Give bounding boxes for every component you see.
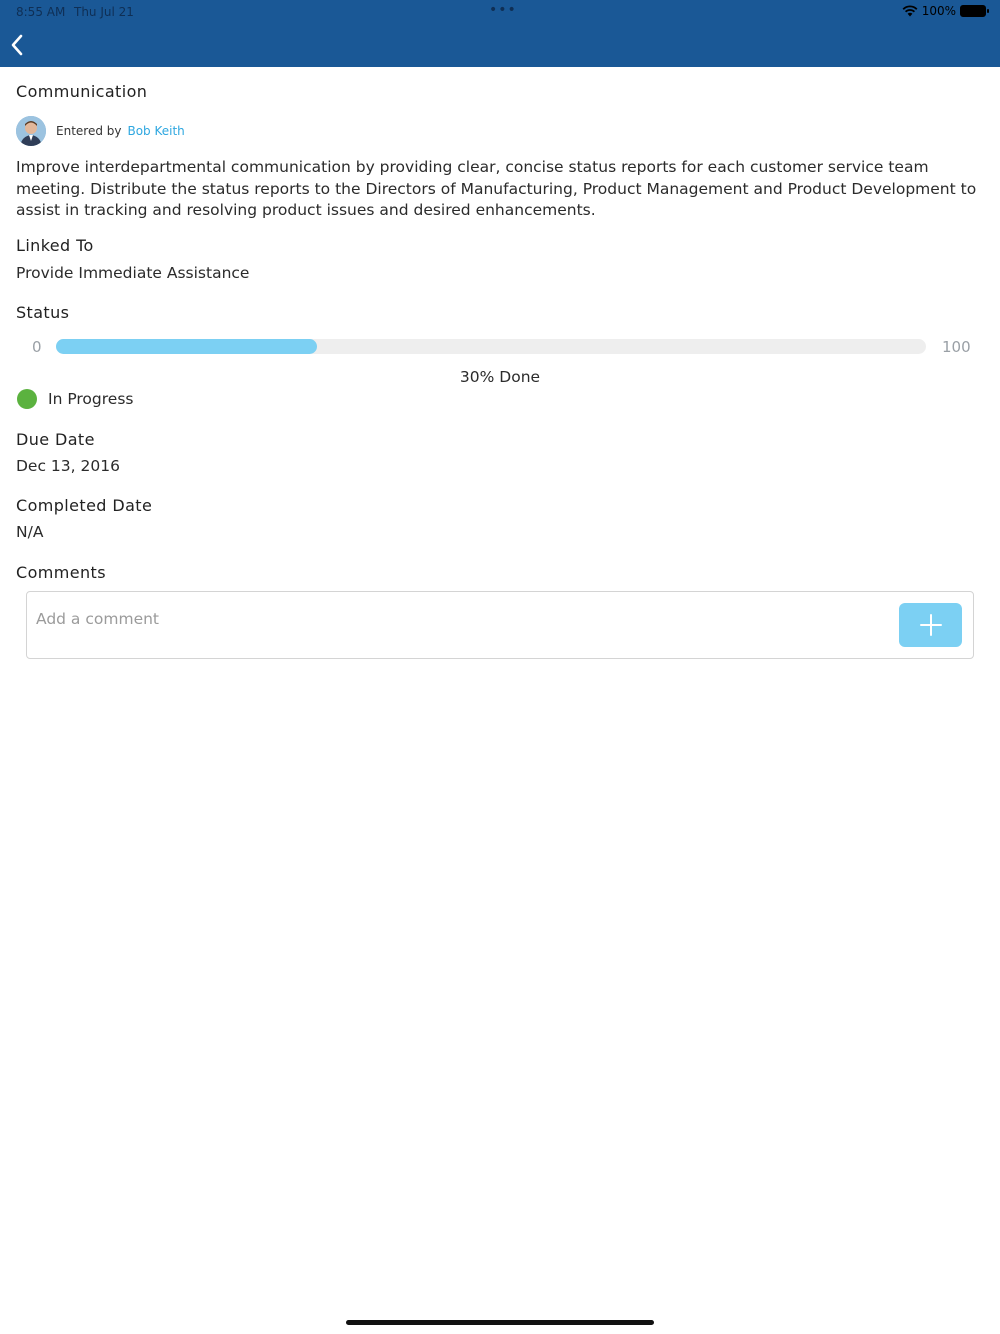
progress-max-label: 100 xyxy=(942,338,971,356)
due-date-label: Due Date xyxy=(16,430,95,449)
avatar xyxy=(16,116,46,146)
battery-icon xyxy=(960,5,989,17)
chevron-left-icon xyxy=(11,34,23,56)
goal-description: Improve interdepartmental communication … xyxy=(16,158,977,219)
comments-label: Comments xyxy=(16,563,106,582)
linked-to-label: Linked To xyxy=(16,236,94,255)
entered-by-name-link[interactable]: Bob Keith xyxy=(127,124,184,138)
linked-to-value: Provide Immediate Assistance xyxy=(16,264,250,282)
home-indicator[interactable] xyxy=(346,1320,654,1325)
wifi-icon xyxy=(902,5,918,17)
entered-by-label: Entered by xyxy=(56,124,122,138)
app-header: 8:55 AM Thu Jul 21 ••• 100% xyxy=(0,0,1000,67)
plus-icon xyxy=(919,614,942,636)
back-button[interactable] xyxy=(6,30,28,60)
battery-percent: 100% xyxy=(921,4,956,18)
entered-by-row: Entered by Bob Keith xyxy=(16,116,185,146)
progress-bar xyxy=(56,339,926,354)
status-date: Thu Jul 21 xyxy=(74,5,134,19)
progress-min-label: 0 xyxy=(32,338,42,356)
multitasking-dots-icon[interactable]: ••• xyxy=(489,2,517,18)
due-date-value: Dec 13, 2016 xyxy=(16,457,120,475)
completed-date-label: Completed Date xyxy=(16,496,153,515)
goal-title: Communication xyxy=(16,82,148,101)
progress-text: 30% Done xyxy=(459,368,541,386)
add-comment-button[interactable] xyxy=(899,603,962,647)
status-state: In Progress xyxy=(48,390,134,408)
status-label: Status xyxy=(16,303,70,322)
completed-date-value: N/A xyxy=(16,523,44,541)
comment-box xyxy=(26,591,974,659)
comment-input[interactable] xyxy=(36,606,876,632)
progress-bar-fill xyxy=(56,339,317,354)
status-bar: 8:55 AM Thu Jul 21 ••• 100% xyxy=(0,0,1000,24)
status-right: 100% xyxy=(902,4,989,18)
status-time: 8:55 AM xyxy=(16,5,66,19)
status-indicator-icon xyxy=(17,389,37,409)
